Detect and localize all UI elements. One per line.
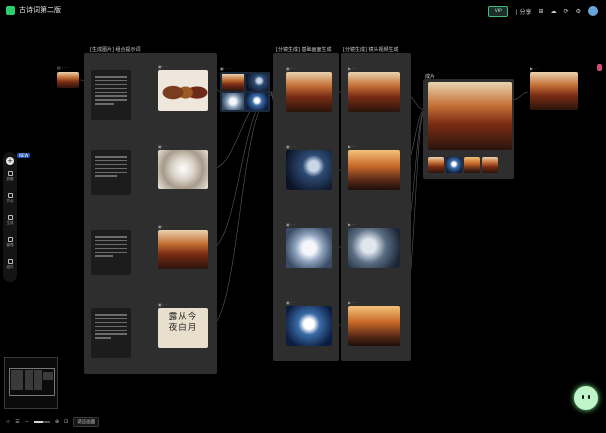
eye-icon <box>582 395 584 399</box>
add-node-button[interactable]: + <box>6 157 14 165</box>
zoom-slider[interactable] <box>33 421 50 423</box>
image-palace[interactable] <box>158 230 208 269</box>
puzzle-icon <box>7 259 13 264</box>
new-badge: NEW <box>17 153 31 158</box>
video-node-4[interactable] <box>348 306 400 346</box>
sidebar-item-manage[interactable]: 管理 <box>5 237 15 248</box>
eye-icon <box>588 395 590 399</box>
node-label: ▶ · · <box>348 222 357 227</box>
group-title-mid2: [分镜生成] 镜头视频生成 <box>343 47 399 53</box>
scene-image-1[interactable] <box>286 72 332 112</box>
assistant-button[interactable] <box>574 386 598 410</box>
scissors-icon <box>7 171 13 176</box>
folder-icon <box>7 237 13 242</box>
image-calligraphy[interactable]: 露从今 夜白月 <box>158 308 208 348</box>
node-label: ▶ · · <box>348 144 357 149</box>
node-label: ▣ · · <box>286 300 295 305</box>
text-node-4[interactable] <box>91 308 131 358</box>
group-title-mid1: [分镜生成] 基础画面生成 <box>276 47 332 53</box>
sidebar-item-clip[interactable]: 剪辑 <box>5 171 15 182</box>
bottom-toolbar: ⊹ ☰ − ⊕ ⊡ 适应画面 <box>6 416 100 428</box>
side-handle[interactable] <box>597 64 602 71</box>
fit-view-button[interactable]: 适应画面 <box>73 417 100 427</box>
node-label: ▤ · · · <box>57 65 69 70</box>
node-label: ▣ · · <box>158 224 167 229</box>
node-label: ▣ · · <box>158 64 167 69</box>
scene-image-3[interactable] <box>286 228 332 268</box>
node-label: ▶ · · <box>348 66 357 71</box>
collage-node[interactable] <box>220 72 270 112</box>
zoom-out-icon[interactable]: − <box>25 419 29 425</box>
node-label: ▣ · · <box>286 144 295 149</box>
node-label: ▣ · · <box>158 144 167 149</box>
node-label: ▣ · · <box>286 222 295 227</box>
image-costume[interactable] <box>158 70 208 111</box>
group-title-left: [生成图片] 组合提示词 <box>90 47 141 53</box>
final-video-preview[interactable] <box>428 82 512 150</box>
sidebar-item-component[interactable]: 组件 <box>5 259 15 270</box>
pointer-icon[interactable]: ⊹ <box>6 419 10 425</box>
timeline-clip[interactable] <box>482 157 498 173</box>
fit-icon[interactable]: ⊡ <box>64 419 68 425</box>
node-icon <box>7 193 13 198</box>
scene-image-4[interactable] <box>286 306 332 346</box>
zoom-in-icon[interactable]: ⊕ <box>55 419 59 425</box>
text-node-2[interactable] <box>91 150 131 195</box>
node-label: ▣ · · <box>286 66 295 71</box>
node-label: ▣ · · <box>158 302 167 307</box>
video-node-2[interactable] <box>348 150 400 190</box>
export-node[interactable] <box>530 72 578 110</box>
video-node-1[interactable] <box>348 72 400 112</box>
timeline-clip[interactable] <box>464 157 480 173</box>
node-label: ▶ · · <box>530 66 539 71</box>
sidebar-item-node[interactable]: 节点 <box>5 193 15 204</box>
node-label: ▶ · · <box>348 300 357 305</box>
timeline-clip[interactable] <box>446 157 462 173</box>
sparkle-icon <box>7 215 13 220</box>
node-label: ▣ · · · <box>220 66 232 71</box>
timeline-clip[interactable] <box>428 157 444 173</box>
sidebar-item-generate[interactable]: 生成 <box>5 215 15 226</box>
scene-image-2[interactable] <box>286 150 332 190</box>
video-node-3[interactable] <box>348 228 400 268</box>
source-image[interactable] <box>57 72 79 88</box>
image-lotus[interactable] <box>158 150 208 189</box>
left-sidebar: + 剪辑 节点 生成 管理 组件 <box>3 152 17 282</box>
text-node-1[interactable] <box>91 70 131 120</box>
text-node-3[interactable] <box>91 230 131 275</box>
minimap[interactable] <box>4 357 58 409</box>
hand-icon[interactable]: ☰ <box>15 419 19 425</box>
